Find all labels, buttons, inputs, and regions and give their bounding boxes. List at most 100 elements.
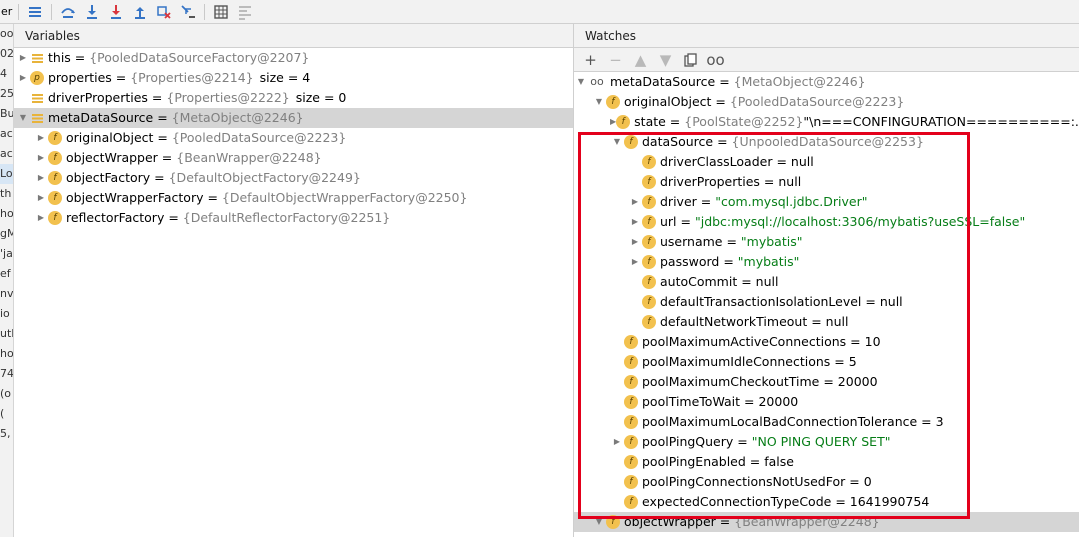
step-out-icon[interactable] [128, 1, 152, 23]
gutter-line: 25 [0, 87, 14, 100]
variable-name: this [48, 50, 71, 65]
collapse-arrow-icon[interactable]: ▼ [610, 132, 624, 152]
variable-name: expectedConnectionTypeCode [642, 494, 832, 509]
tree-row[interactable]: f poolMaximumCheckoutTime = 20000 [574, 372, 1079, 392]
expand-arrow-icon[interactable]: ▶ [34, 168, 48, 188]
tree-row[interactable]: f autoCommit = null [574, 272, 1079, 292]
run-to-cursor-icon[interactable] [176, 1, 200, 23]
tree-row[interactable]: f defaultNetworkTimeout = null [574, 312, 1079, 332]
tree-row[interactable]: f poolMaximumIdleConnections = 5 [574, 352, 1079, 372]
variable-name: objectWrapperFactory [66, 190, 204, 205]
tree-row[interactable]: f poolPingConnectionsNotUsedFor = 0 [574, 472, 1079, 492]
collapse-arrow-icon[interactable]: ▼ [592, 92, 606, 112]
expand-arrow-icon[interactable]: ▶ [34, 128, 48, 148]
tree-row[interactable]: ▶ p properties = {Properties@2214} size = 4 [14, 68, 573, 88]
expand-arrow-icon[interactable]: ▶ [628, 252, 642, 272]
tree-row[interactable]: f poolTimeToWait = 20000 [574, 392, 1079, 412]
tree-row[interactable]: f poolMaximumLocalBadConnectionTolerance … [574, 412, 1079, 432]
move-down-button[interactable]: ▼ [653, 49, 678, 71]
tree-row[interactable]: ▶ f objectWrapperFactory = {DefaultObjectW… [14, 188, 573, 208]
tree-row[interactable]: f defaultTransactionIsolationLevel = null [574, 292, 1079, 312]
gutter-line: 4 [0, 67, 7, 80]
tree-row[interactable]: ▼ f objectWrapper = {BeanWrapper@2248} [574, 512, 1079, 532]
tree-row[interactable]: ▶ f username = "mybatis" [574, 232, 1079, 252]
glasses-icon[interactable]: oo [703, 49, 728, 71]
variable-value: 5 [848, 354, 857, 369]
equals-sign: = [150, 170, 169, 185]
variables-header: Variables [14, 24, 573, 48]
tree-row[interactable]: f driverProperties = null [574, 172, 1079, 192]
parameter-icon: p [30, 71, 44, 85]
variable-name: driver [660, 194, 697, 209]
tree-row[interactable]: ▼ oo metaDataSource = {MetaObject@2246} [574, 72, 1079, 92]
tree-row[interactable]: ▼ f originalObject = {PooledDataSource@222… [574, 92, 1079, 112]
step-into-icon[interactable] [80, 1, 104, 23]
force-step-into-icon[interactable] [104, 1, 128, 23]
drop-frame-icon[interactable] [152, 1, 176, 23]
field-icon: f [642, 195, 656, 209]
copy-icon[interactable] [678, 49, 703, 71]
expand-arrow-icon[interactable]: ▶ [628, 232, 642, 252]
trace-icon[interactable] [233, 1, 257, 23]
equals-sign: = [722, 234, 741, 249]
tree-row[interactable]: ▼ f dataSource = {UnpooledDataSource@2253} [574, 132, 1079, 152]
tree-row[interactable]: ▶ f originalObject = {PooledDataSource@222… [14, 128, 573, 148]
collapse-arrow-icon[interactable]: ▼ [16, 108, 30, 128]
add-watch-button[interactable]: + [578, 49, 603, 71]
gutter-line: ac [0, 147, 13, 160]
equals-sign: = [845, 474, 864, 489]
expand-arrow-icon[interactable]: ▶ [34, 208, 48, 228]
equals-sign: = [733, 434, 752, 449]
toolbar-tab-label[interactable]: er [0, 5, 14, 18]
field-icon: f [624, 475, 638, 489]
expand-arrow-icon[interactable]: ▶ [628, 192, 642, 212]
collapse-arrow-icon[interactable]: ▼ [592, 512, 606, 532]
tree-row[interactable]: ▶ f url = "jdbc:mysql://localhost:3306/myb… [574, 212, 1079, 232]
tree-row[interactable]: f poolPingEnabled = false [574, 452, 1079, 472]
field-icon: f [606, 515, 620, 529]
tree-row[interactable]: ▶ f state = {PoolState@2252} "\n===CONFING… [574, 112, 1079, 132]
tree-row[interactable]: ▶ f reflectorFactory = {DefaultReflectorFa… [14, 208, 573, 228]
equals-sign: = [70, 50, 90, 65]
menu-icon[interactable] [23, 1, 47, 23]
remove-watch-button[interactable]: − [603, 49, 628, 71]
tree-row[interactable]: ▶ f password = "mybatis" [574, 252, 1079, 272]
tree-row[interactable]: f expectedConnectionTypeCode = 1641990754 [574, 492, 1079, 512]
variable-icon [30, 51, 44, 65]
expand-arrow-icon[interactable]: ▶ [16, 68, 30, 88]
step-over-icon[interactable] [56, 1, 80, 23]
tree-row[interactable]: f poolMaximumActiveConnections = 10 [574, 332, 1079, 352]
tree-row[interactable]: ▼ metaDataSource = {MetaObject@2246} [14, 108, 573, 128]
tree-row[interactable]: ▶ this = {PooledDataSourceFactory@2207} [14, 48, 573, 68]
equals-sign: = [759, 174, 779, 189]
field-icon: f [624, 435, 638, 449]
gutter-line: gM [0, 227, 13, 240]
evaluate-icon[interactable] [209, 1, 233, 23]
expand-arrow-icon[interactable]: ▶ [610, 432, 624, 452]
field-icon: f [642, 235, 656, 249]
equals-sign: = [111, 70, 131, 85]
watches-toolbar: + − ▲ ▼ oo [574, 48, 1079, 72]
expand-arrow-icon[interactable]: ▶ [628, 212, 642, 232]
tree-row[interactable]: ▶ f objectFactory = {DefaultObjectFactory@… [14, 168, 573, 188]
expand-arrow-icon[interactable]: ▶ [34, 188, 48, 208]
tree-row[interactable]: f driverClassLoader = null [574, 152, 1079, 172]
tree-row[interactable]: driverProperties = {Properties@2222} size… [14, 88, 573, 108]
variable-value: {UnpooledDataSource@2253} [731, 134, 924, 149]
expand-arrow-icon[interactable]: ▶ [16, 48, 30, 68]
expand-arrow-icon[interactable]: ▶ [34, 148, 48, 168]
tree-row[interactable]: ▶ f driver = "com.mysql.jdbc.Driver" [574, 192, 1079, 212]
equals-sign: = [917, 414, 936, 429]
gutter-line: (o [0, 387, 12, 400]
collapse-arrow-icon[interactable]: ▼ [574, 72, 588, 92]
variable-name: driverProperties [48, 90, 148, 105]
gutter-line: 74 [0, 367, 14, 380]
equals-sign: = [819, 374, 838, 389]
tree-row[interactable]: ▶ f objectWrapper = {BeanWrapper@2248} [14, 148, 573, 168]
field-icon: f [624, 375, 638, 389]
tree-row[interactable]: ▶ f poolPingQuery = "NO PING QUERY SET" [574, 432, 1079, 452]
move-up-button[interactable]: ▲ [628, 49, 653, 71]
